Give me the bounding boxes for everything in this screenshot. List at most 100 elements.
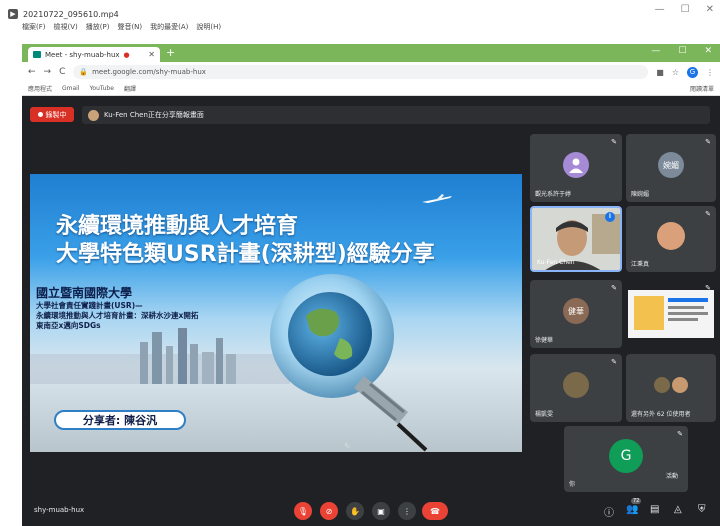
activities-tooltip: 活動 [662,470,683,481]
present-screen-icon[interactable]: ▣ [372,502,390,520]
bookmark-gmail[interactable]: Gmail [62,85,80,92]
participant-name: 楊凱雯 [535,411,554,418]
pin-icon[interactable]: ✎ [705,284,711,292]
bookmark-apps[interactable]: 應用程式 [28,84,52,93]
browser-extensions: ■ ☆ G ⋮ [656,66,714,78]
browser-maximize-button[interactable]: ☐ [678,46,686,56]
browser-window: Meet - shy-muab-hux ● ✕ + — ☐ ✕ ← → C 🔒 … [22,44,720,96]
browser-close-button[interactable]: ✕ [704,46,712,56]
meeting-info-icon[interactable]: ⓘ [604,504,614,519]
pin-icon[interactable]: ✎ [611,284,617,292]
pin-icon[interactable]: ✎ [705,210,711,218]
more-participants-label: 還有另外 62 位使用者 [631,411,691,418]
host-controls-icon[interactable]: ⛨ [698,504,706,515]
meet-bottom-bar: shy-muab-hux 🎙 ⊘ ✋ ▣ ⋮ ☎ ⓘ 👥 72 ▤ ◬ ⛨ [22,496,720,526]
maximize-button[interactable]: ☐ [681,4,690,15]
self-name: 你 [569,481,576,488]
presenting-banner: Ku-Fen Chen正在分享簡報畫面 [82,106,710,124]
more-menu-icon[interactable]: ⋮ [706,68,714,77]
meeting-code: shy-muab-hux [34,506,85,514]
close-button[interactable]: ✕ [706,4,714,15]
profile-avatar[interactable]: G [687,66,698,78]
pin-icon[interactable]: ✎ [705,138,711,146]
participant-tile[interactable]: ✎ 觀光系許于婷 [530,134,622,202]
player-title: 20210722_095610.mp4 [23,9,119,19]
slide-organization-block: 國立暨南國際大學 大學社會責任實踐計畫(USR)— 永續環境推動與人才培育計畫：… [36,284,236,331]
menu-favorites[interactable]: 我的最愛(A) [150,22,188,32]
minimize-button[interactable]: — [655,4,665,15]
participant-tile-active-speaker[interactable]: ⦀ Ku-Fen Chen [530,206,622,272]
participant-tile-more[interactable]: 還有另外 62 位使用者 [626,354,716,422]
browser-tabbar: Meet - shy-muab-hux ● ✕ + — ☐ ✕ [22,44,720,62]
lock-icon: 🔒 [79,68,89,76]
forward-icon[interactable]: → [44,67,52,77]
speaker-name: 分享者: 陳谷汎 [82,414,158,427]
recording-dot-icon: ● [123,50,130,59]
activities-icon[interactable]: ◬ [674,504,682,515]
camera-indicator-icon[interactable]: ■ [656,68,664,77]
media-player-icon: ▶ [8,9,18,19]
participant-tile[interactable]: ✎ 健華 徐健華 [530,280,622,348]
slide-subtitle-line: 東南亞x邁向SDGs [36,321,101,330]
recording-badge: 錄製中 [30,107,74,122]
reload-icon[interactable]: C [59,67,65,77]
recording-label: 錄製中 [45,110,67,119]
star-icon[interactable]: ☆ [672,68,679,77]
presenter-avatar [88,109,99,121]
browser-tab-meet[interactable]: Meet - shy-muab-hux ● ✕ [28,47,160,62]
address-text: meet.google.com/shy-muab-hux [92,68,206,76]
menu-help[interactable]: 說明(H) [196,22,221,32]
participant-name: 江秉真 [631,261,650,268]
camera-off-icon[interactable]: ⊘ [320,502,338,520]
slide-subtitle-line: 大學社會責任實踐計畫(USR)— [36,301,143,310]
browser-toolbar: ← → C 🔒 meet.google.com/shy-muab-hux ■ ☆… [22,62,720,82]
reading-list[interactable]: 閱讀清單 [690,84,714,93]
avatar [563,372,589,399]
new-tab-button[interactable]: + [166,47,175,59]
mic-off-icon[interactable]: 🎙 [294,502,312,520]
avatar: 婉媚 [658,152,684,179]
participant-tile-screen[interactable]: ✎ [626,280,716,348]
participant-tile[interactable]: ✎ 婉媚 陳婉媚 [626,134,716,202]
address-bar[interactable]: 🔒 meet.google.com/shy-muab-hux [73,65,649,79]
player-titlebar: ▶ 20210722_095610.mp4 [8,6,119,22]
people-count-badge: 72 [631,498,642,504]
tab-close-icon[interactable]: ✕ [148,50,155,59]
people-icon[interactable]: 👥 [626,504,638,515]
pin-icon[interactable]: ✎ [611,358,617,366]
back-icon[interactable]: ← [28,67,36,77]
group-avatars [654,376,688,394]
avatar [657,222,685,251]
earth-lightbulb-image [270,274,428,452]
menu-play[interactable]: 播放(P) [86,22,110,32]
shared-screen-thumbnail [628,290,714,338]
participant-name: 觀光系許于婷 [535,191,572,198]
pin-icon[interactable]: ✎ [611,138,617,146]
self-tile[interactable]: ✎ G 你 [564,426,688,492]
leave-call-icon[interactable]: ☎ [422,502,448,520]
person-icon [563,152,589,179]
shared-slide: 永續環境推動與人才培育 大學特色類USR計畫(深耕型)經驗分享 國立暨南國際大學… [30,174,522,452]
more-options-icon[interactable]: ⋮ [398,502,416,520]
avatar: 健華 [563,298,589,325]
browser-minimize-button[interactable]: — [651,46,660,56]
mouse-cursor-icon: ⇖ [344,441,351,450]
participant-tile[interactable]: ✎ 楊凱雯 [530,354,622,422]
menu-audio[interactable]: 聲音(N) [117,22,142,32]
menu-file[interactable]: 檔案(F) [22,22,46,32]
chat-icon[interactable]: ▤ [650,504,659,515]
bookmark-youtube[interactable]: YouTube [90,85,114,92]
participant-name: 陳婉媚 [631,191,650,198]
pin-icon[interactable]: ✎ [677,430,683,438]
browser-window-controls: — ☐ ✕ [651,46,712,56]
record-dot-icon [37,112,43,117]
bookmark-translate[interactable]: 翻譯 [124,84,136,93]
slide-org-name: 國立暨南國際大學 [36,286,133,300]
raise-hand-icon[interactable]: ✋ [346,502,364,520]
participant-tile[interactable]: ✎ 江秉真 [626,206,716,272]
airplane-icon [422,194,452,203]
menu-view[interactable]: 檢視(V) [54,22,78,32]
slide-subtitle-line: 永續環境推動與人才培育計畫：深耕水沙連x開拓 [36,311,199,320]
meet-stage: 錄製中 Ku-Fen Chen正在分享簡報畫面 永續環境推動與人才培育 大學特色… [22,96,720,526]
speaker-label-box: 分享者: 陳谷汎 [54,410,186,430]
